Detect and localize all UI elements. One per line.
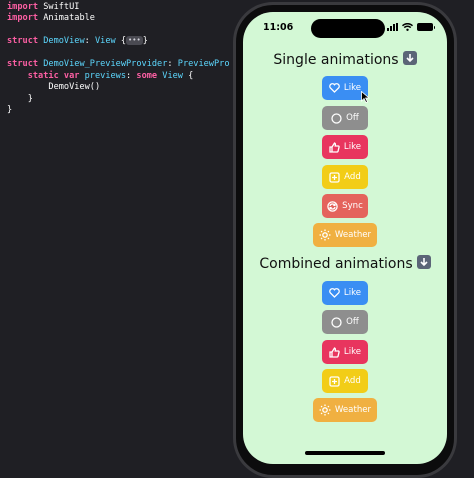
down-arrow-icon (416, 255, 431, 269)
circle-icon (331, 112, 342, 124)
code-token: { (182, 71, 194, 81)
heart-icon (329, 83, 340, 93)
thumbs-up-icon (329, 141, 340, 153)
code-line[interactable]: import SwiftUI (7, 2, 79, 13)
sync-icon (327, 200, 338, 212)
weather-button[interactable]: Weather (313, 223, 377, 247)
thumbs-up-icon (329, 346, 340, 358)
down-arrow-icon (402, 51, 417, 65)
button-label: Like (343, 83, 362, 93)
code-token: { (115, 36, 127, 46)
like-button[interactable]: Like (322, 340, 368, 364)
button-label: Add (344, 172, 361, 182)
button-label: Like (343, 142, 362, 152)
single-animations-title: Single animations (243, 51, 447, 68)
code-token: import (7, 2, 39, 12)
wifi-icon (402, 23, 413, 31)
code-token: : (84, 36, 95, 46)
add-button[interactable]: Add (322, 369, 368, 393)
code-token: some (136, 71, 158, 81)
code-line[interactable]: static var previews: some View { (7, 71, 194, 82)
code-token: static var (27, 71, 80, 81)
sync-button[interactable]: Sync (322, 194, 368, 218)
code-editor[interactable]: import SwiftUI import Animatable struct … (0, 0, 236, 474)
sun-icon (319, 404, 331, 416)
code-token: DemoView() (7, 82, 101, 92)
code-line[interactable]: } (7, 105, 12, 116)
code-token: DemoView_PreviewProvider (38, 59, 168, 69)
code-token: SwiftUI (38, 2, 80, 12)
button-label: Like (343, 347, 362, 357)
code-token: View (94, 36, 116, 46)
code-line[interactable]: DemoView() (7, 82, 100, 93)
code-token: } (142, 36, 148, 46)
button-label: Off (346, 113, 359, 123)
signal-icon (387, 23, 398, 31)
status-icons (387, 23, 435, 31)
button-label: Sync (342, 201, 363, 211)
code-token: struct (7, 59, 39, 69)
status-time: 11:06 (263, 22, 294, 33)
code-line[interactable]: import Animatable (7, 13, 95, 24)
code-token: struct (7, 36, 39, 46)
code-line[interactable]: struct DemoView_PreviewProvider: Preview… (7, 59, 230, 70)
add-button[interactable]: Add (322, 165, 368, 189)
code-token: : (126, 71, 137, 81)
plus-square-icon (329, 375, 340, 387)
combined-animations-label: Combined animations (259, 256, 413, 272)
code-token: Animatable (38, 13, 95, 23)
combined-animations-title: Combined animations (243, 255, 447, 272)
code-line[interactable]: struct DemoView: View {•••} (7, 36, 148, 47)
mouse-cursor-icon (361, 91, 370, 103)
battery-icon (417, 23, 435, 31)
code-token: : (167, 59, 178, 69)
off-button[interactable]: Off (322, 106, 368, 130)
single-animations-label: Single animations (273, 52, 399, 68)
code-token: } (7, 105, 13, 115)
phone-screen: 11:06 Single animations Like Off Like Add Sy… (243, 12, 447, 464)
code-token: previews (79, 71, 127, 81)
code-token: PreviewPro (177, 59, 230, 69)
like-button[interactable]: Like (322, 281, 368, 305)
code-token: } (7, 94, 33, 104)
plus-square-icon (329, 171, 340, 183)
code-line[interactable]: } (7, 94, 33, 105)
button-label: Like (343, 288, 362, 298)
code-token: View (157, 71, 183, 81)
like-button[interactable]: Like (322, 135, 368, 159)
off-button[interactable]: Off (322, 310, 368, 334)
button-label: Weather (334, 230, 372, 240)
circle-icon (331, 316, 342, 328)
dynamic-island (311, 19, 385, 38)
code-token: import (7, 13, 39, 23)
weather-button[interactable]: Weather (313, 398, 377, 422)
sun-icon (319, 229, 331, 241)
button-label: Add (344, 376, 361, 386)
home-indicator (305, 451, 385, 455)
code-token: DemoView (38, 36, 85, 46)
code-fold-chip[interactable]: ••• (126, 36, 143, 45)
heart-icon (329, 288, 340, 298)
button-label: Weather (334, 405, 372, 415)
button-label: Off (346, 317, 359, 327)
